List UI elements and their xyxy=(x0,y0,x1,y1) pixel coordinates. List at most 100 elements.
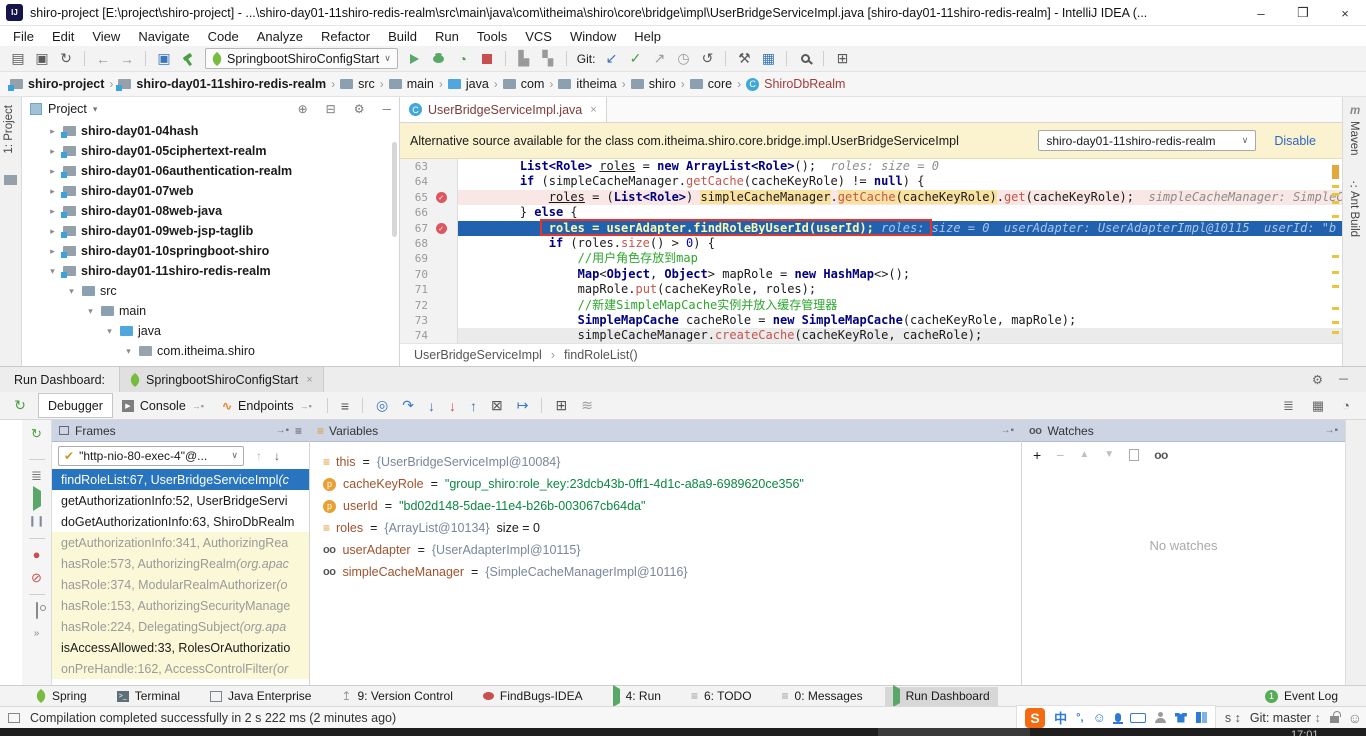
gear-icon[interactable]: ⚙ xyxy=(354,102,365,116)
editor-gutter[interactable]: 72 xyxy=(400,297,458,313)
editor-gutter[interactable]: 68 xyxy=(400,235,458,252)
close-icon[interactable]: × xyxy=(590,104,596,116)
variable-row-simpleCacheManager[interactable]: oo simpleCacheManager = {SimpleCacheManager… xyxy=(310,561,1021,583)
menu-run[interactable]: Run xyxy=(426,27,468,46)
editor-gutter[interactable]: 73 xyxy=(400,312,458,329)
save-icon[interactable]: ▣ xyxy=(32,48,52,70)
menu-file[interactable]: File xyxy=(4,27,43,46)
build-hammer-icon[interactable] xyxy=(178,48,198,70)
frame-row[interactable]: isAccessAllowed:33, RolesOrAuthorizatio xyxy=(52,637,309,658)
menu-build[interactable]: Build xyxy=(379,27,426,46)
git-update-icon[interactable]: ↙ xyxy=(601,48,621,70)
code-area[interactable]: 63 List<Role> roles = new ArrayList<Role>… xyxy=(400,159,1342,343)
variable-row-cacheKeyRole[interactable]: p cacheKeyRole = "group_shiro:role_key:23dc… xyxy=(310,473,1021,495)
tree-item-java[interactable]: ▾ java xyxy=(22,321,399,341)
open-icon[interactable]: ▤ xyxy=(8,48,28,70)
tree-item-shiro-day01-04hash[interactable]: ▸ shiro-day01-04hash xyxy=(22,121,399,141)
toolwindow-button-6-todo[interactable]: ≡ 6: TODO xyxy=(683,687,760,706)
gear-icon[interactable]: ⚙ xyxy=(1312,372,1323,387)
git-commit-icon[interactable]: ✓ xyxy=(625,48,645,70)
editor-gutter[interactable]: 71 xyxy=(400,282,458,298)
editor-gutter[interactable]: 64 xyxy=(400,174,458,190)
collapse-all-icon[interactable]: ⊟ xyxy=(326,102,336,116)
editor-gutter[interactable]: 67 ✓ xyxy=(400,220,458,236)
editor-gutter[interactable]: 70 xyxy=(400,266,458,283)
maximize-button[interactable]: ❒ xyxy=(1282,0,1324,26)
frame-row[interactable]: hasRole:224, DelegatingSubject (org.apa xyxy=(52,616,309,637)
project-structure-icon[interactable]: ▦ xyxy=(758,48,778,70)
rollback-icon[interactable]: ↺ xyxy=(697,48,717,70)
encoding-widget-partial[interactable]: s ↕ xyxy=(1225,711,1241,725)
tree-item-com.itheima.shiro[interactable]: ▾ com.itheima.shiro xyxy=(22,341,399,361)
breadcrumb-item-src[interactable]: src xyxy=(340,77,375,91)
run-to-cursor-icon[interactable]: ↦ xyxy=(517,397,529,414)
breadcrumb-item-core[interactable]: core xyxy=(689,77,732,91)
rerun-program-icon[interactable]: ↻ xyxy=(31,427,42,441)
sidebar-item-ant-build[interactable]: Ant Build xyxy=(1348,191,1360,237)
coverage-icon[interactable]: ◔ xyxy=(453,48,473,70)
unlock-icon[interactable] xyxy=(1329,711,1341,723)
tree-item-shiro-day01-05ciphertext-realm[interactable]: ▸ shiro-day01-05ciphertext-realm xyxy=(22,141,399,161)
breakpoint-icon[interactable]: ✓ xyxy=(435,191,447,203)
toolwindow-button-9-version-control[interactable]: ↥ 9: Version Control xyxy=(333,687,460,706)
frame-row[interactable]: onPreHandle:162, AccessControlFilter (or xyxy=(52,658,309,679)
menu-vcs[interactable]: VCS xyxy=(516,27,561,46)
variable-row-this[interactable]: ≡ this = {UserBridgeServiceImpl@10084} xyxy=(310,451,1021,473)
breadcrumb-item-com[interactable]: com xyxy=(502,77,544,91)
toolwindow-button-terminal[interactable]: >_ Terminal xyxy=(109,687,188,706)
breadcrumb-class[interactable]: UserBridgeServiceImpl xyxy=(414,348,542,362)
toolwindow-button-spring[interactable]: Spring xyxy=(28,687,95,706)
editor-gutter[interactable]: 65 ✓ xyxy=(400,189,458,206)
float-panel-icon[interactable]: →▪ xyxy=(1000,425,1014,436)
frames-tree-icon[interactable]: ≣ xyxy=(31,469,42,483)
breakpoint-slot[interactable]: ✓ xyxy=(428,191,454,203)
threads-menu-icon[interactable]: ≡ xyxy=(341,398,349,414)
keyboard-icon[interactable] xyxy=(1129,712,1146,723)
run-dashboard-tab[interactable]: SpringbootShiroConfigStart × xyxy=(119,367,324,392)
force-step-into-icon[interactable]: ↓ xyxy=(449,398,456,414)
trace-icon[interactable]: ≋ xyxy=(581,397,593,414)
editor-gutter[interactable]: 74 xyxy=(400,328,458,343)
duplicate-watch-icon[interactable] xyxy=(1129,445,1145,461)
variable-row-userAdapter[interactable]: oo userAdapter = {UserAdapterImpl@10115} xyxy=(310,539,1021,561)
menu-refactor[interactable]: Refactor xyxy=(312,27,379,46)
tree-item-shiro-day01-08web-java[interactable]: ▸ shiro-day01-08web-java xyxy=(22,201,399,221)
chevron-down-icon[interactable]: ▾ xyxy=(104,326,115,337)
chevron-right-icon[interactable]: ▸ xyxy=(47,146,58,157)
debug-icon[interactable] xyxy=(429,48,449,70)
show-execution-point-icon[interactable]: ◎ xyxy=(376,397,388,414)
sogou-logo-icon[interactable]: S xyxy=(1025,707,1046,728)
step-into-icon[interactable]: ↓ xyxy=(428,398,435,414)
chevron-down-icon[interactable]: ▾ xyxy=(47,266,58,277)
toolwindow-button-0-messages[interactable]: ≡ 0: Messages xyxy=(774,687,871,706)
stop-icon[interactable] xyxy=(477,48,497,70)
locate-icon[interactable]: ⊕ xyxy=(298,102,308,116)
menu-analyze[interactable]: Analyze xyxy=(248,27,312,46)
variable-row-roles[interactable]: ≡ roles = {ArrayList@10134} size = 0 xyxy=(310,517,1021,539)
editor-gutter[interactable]: 66 xyxy=(400,205,458,221)
breadcrumb-item-shiro-project[interactable]: shiro-project xyxy=(8,77,104,91)
sidebar-item-maven[interactable]: Maven xyxy=(1348,121,1360,156)
punctuation-icon[interactable]: °, xyxy=(1076,712,1083,724)
resume-icon[interactable] xyxy=(32,486,41,511)
editor-gutter[interactable]: 63 xyxy=(400,159,458,175)
wrench-icon[interactable]: ⚒ xyxy=(734,48,754,70)
menu-edit[interactable]: Edit xyxy=(43,27,83,46)
settings-plus-icon[interactable]: ⊞ xyxy=(832,48,852,70)
input-mode-icon[interactable]: 中 xyxy=(1054,708,1067,727)
tree-item-shiro-day01-07web[interactable]: ▸ shiro-day01-07web xyxy=(22,181,399,201)
float-panel-icon[interactable]: →▪ xyxy=(1324,425,1338,436)
frame-row[interactable]: findRoleList:67, UserBridgeServiceImpl (… xyxy=(52,469,309,490)
tree-item-shiro-day01-09web-jsp-taglib[interactable]: ▸ shiro-day01-09web-jsp-taglib xyxy=(22,221,399,241)
breadcrumb-method[interactable]: findRoleList() xyxy=(564,348,638,362)
breadcrumb-item-shiro-day01-11shiro-redis-realm[interactable]: shiro-day01-11shiro-redis-realm xyxy=(116,77,326,91)
breadcrumb-item-java[interactable]: java xyxy=(447,77,489,91)
threads-view-icon[interactable]: ≣ xyxy=(1283,398,1294,414)
more-actions-icon[interactable]: » xyxy=(34,627,40,641)
account-icon[interactable] xyxy=(1154,712,1166,723)
chevron-right-icon[interactable]: ▸ xyxy=(47,186,58,197)
layout-settings-icon[interactable]: ▦ xyxy=(1312,398,1324,414)
frame-row[interactable]: hasRole:153, AuthorizingSecurityManage xyxy=(52,595,309,616)
tab-console[interactable]: ▶ Console →▪ xyxy=(113,393,213,418)
breadcrumb-item-main[interactable]: main xyxy=(388,77,434,91)
